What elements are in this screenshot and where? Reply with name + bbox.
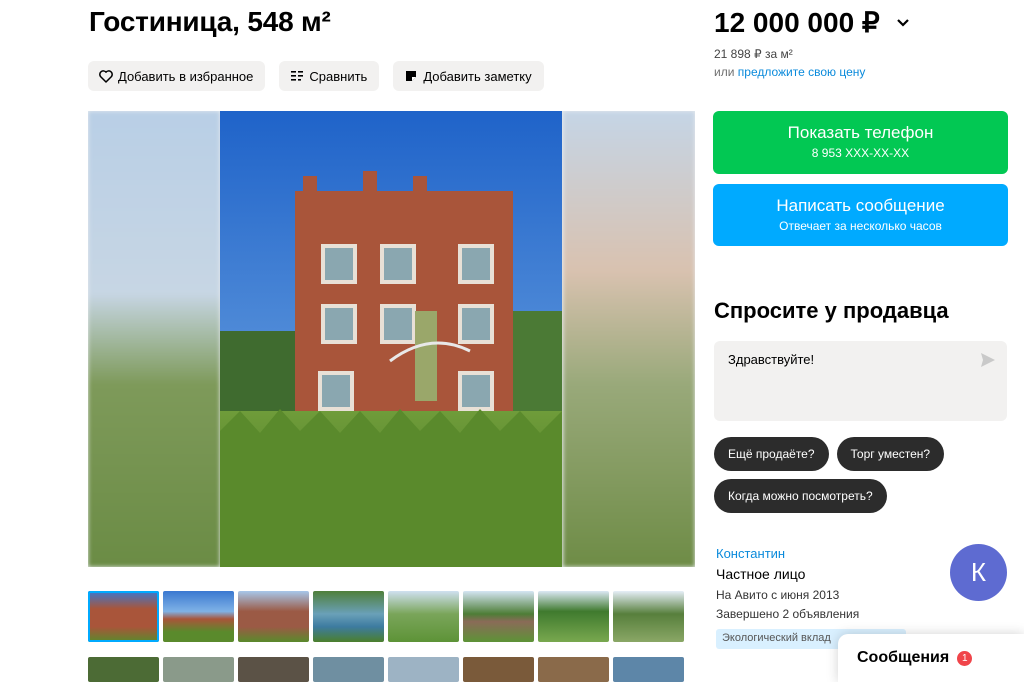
thumbnail[interactable] xyxy=(163,591,234,642)
send-icon[interactable] xyxy=(979,351,997,369)
listing-title: Гостиница, 548 м² xyxy=(89,6,331,37)
thumbnail[interactable] xyxy=(538,591,609,642)
price: 12 000 000 ₽ xyxy=(714,6,910,39)
messages-count-badge: 1 xyxy=(957,650,973,666)
write-message-button[interactable]: Написать сообщение Отвечает за несколько… xyxy=(713,184,1008,246)
messages-label: Сообщения xyxy=(857,649,950,666)
quick-question-chip[interactable]: Ещё продаёте? xyxy=(714,437,829,471)
thumbnail[interactable] xyxy=(88,657,159,682)
gallery-blur-right xyxy=(563,111,695,567)
heart-icon xyxy=(98,68,114,84)
action-bar: Добавить в избранное Сравнить Добавить з… xyxy=(88,61,544,91)
messages-widget[interactable]: Сообщения 1 xyxy=(838,634,1024,682)
thumbnail[interactable] xyxy=(238,591,309,642)
thumbnail[interactable] xyxy=(388,657,459,682)
thumbnail[interactable] xyxy=(388,591,459,642)
compare-label: Сравнить xyxy=(309,68,368,84)
thumbnail-strip xyxy=(88,591,684,642)
seller-type: Частное лицо xyxy=(716,566,806,582)
ask-seller-input[interactable]: Здравствуйте! xyxy=(714,341,1007,421)
quick-question-chip[interactable]: Торг уместен? xyxy=(836,437,945,471)
add-to-favorites-label: Добавить в избранное xyxy=(118,68,254,84)
price-per-meter: 21 898 ₽ за м² xyxy=(714,47,793,61)
add-note-label: Добавить заметку xyxy=(423,68,532,84)
thumbnail-strip-second-row xyxy=(88,657,684,682)
price-value: 12 000 000 ₽ xyxy=(714,7,880,38)
seller-completed-ads: Завершено 2 объявления xyxy=(716,607,860,621)
seller-name[interactable]: Константин xyxy=(716,546,785,561)
quick-question-chip[interactable]: Когда можно посмотреть? xyxy=(714,479,887,513)
chevron-down-icon[interactable] xyxy=(896,18,910,28)
offer-prefix: или xyxy=(714,65,735,79)
offer-price-link[interactable]: предложите свою цену xyxy=(738,65,866,79)
avatar[interactable]: К xyxy=(950,544,1007,601)
add-to-favorites-button[interactable]: Добавить в избранное xyxy=(88,61,266,91)
thumbnail[interactable] xyxy=(313,591,384,642)
thumbnail[interactable] xyxy=(163,657,234,682)
quick-questions: Ещё продаёте? Торг уместен? Когда можно … xyxy=(714,437,1014,513)
gallery-blur-left xyxy=(88,111,220,567)
thumbnail[interactable] xyxy=(313,657,384,682)
ask-seller-title: Спросите у продавца xyxy=(714,298,949,323)
ask-seller-text: Здравствуйте! xyxy=(728,352,815,367)
thumbnail[interactable] xyxy=(463,657,534,682)
note-icon xyxy=(403,68,419,84)
thumbnail[interactable] xyxy=(463,591,534,642)
thumbnail[interactable] xyxy=(88,591,159,642)
thumbnail[interactable] xyxy=(613,591,684,642)
show-phone-button[interactable]: Показать телефон 8 953 XXX-XX-XX xyxy=(713,111,1008,174)
response-time: Отвечает за несколько часов xyxy=(779,219,942,233)
thumbnail[interactable] xyxy=(613,657,684,682)
main-photo[interactable] xyxy=(220,111,562,567)
add-note-button[interactable]: Добавить заметку xyxy=(393,61,544,91)
seller-since: На Авито с июня 2013 xyxy=(716,588,840,602)
thumbnail[interactable] xyxy=(538,657,609,682)
compare-button[interactable]: Сравнить xyxy=(279,61,380,91)
price-offer: или предложите свою цену xyxy=(714,65,865,79)
thumbnail[interactable] xyxy=(238,657,309,682)
phone-number: 8 953 XXX-XX-XX xyxy=(811,146,910,160)
show-phone-label: Показать телефон xyxy=(787,123,934,142)
write-message-label: Написать сообщение xyxy=(776,196,945,215)
compare-icon xyxy=(289,68,305,84)
photo-gallery[interactable] xyxy=(88,111,695,567)
